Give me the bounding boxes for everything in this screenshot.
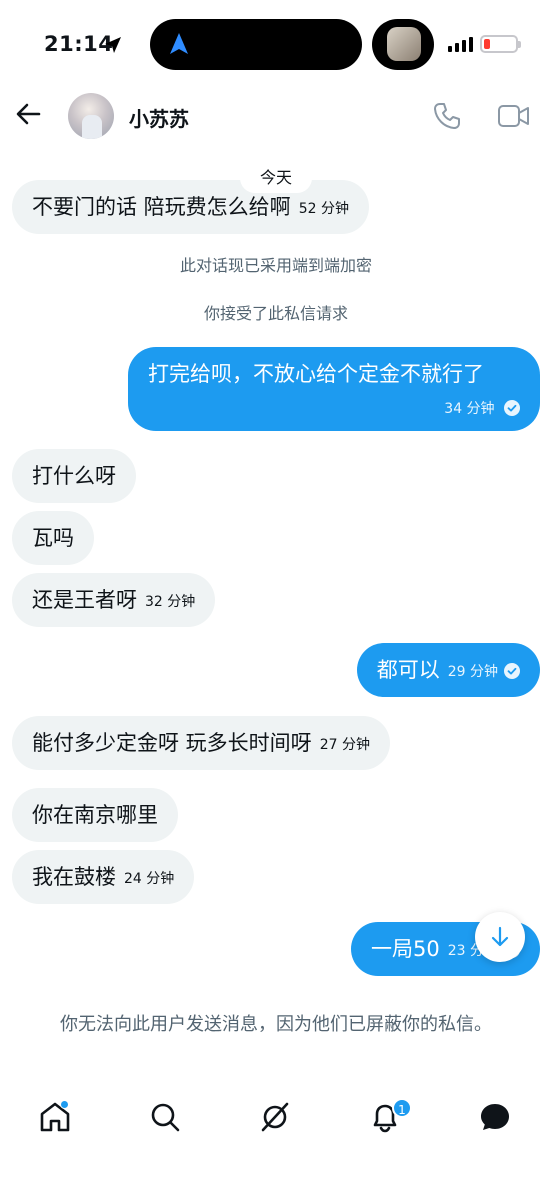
- message-bubble-incoming[interactable]: 瓦吗: [12, 511, 94, 565]
- messages-icon[interactable]: [478, 1100, 512, 1134]
- cellular-signal-icon: [448, 37, 473, 52]
- contact-name[interactable]: 小苏苏: [129, 103, 189, 132]
- message-text: 打什么呀: [32, 464, 116, 488]
- location-arrow-icon: [105, 37, 121, 53]
- message-bubble-outgoing[interactable]: 打完给呗，不放心给个定金不就行了: [128, 347, 540, 431]
- arrow-down-icon: [491, 926, 509, 947]
- message-bubble-incoming[interactable]: 不要门的话 陪玩费怎么给啊 52 分钟: [12, 180, 369, 234]
- phone-icon[interactable]: [432, 101, 462, 131]
- message-text: 还是王者呀: [32, 588, 137, 612]
- bottom-nav: 1: [0, 1090, 552, 1150]
- message-timestamp: 32 分钟: [145, 594, 196, 610]
- message-text: 都可以: [376, 658, 440, 682]
- navigation-icon: [170, 33, 188, 54]
- dynamic-island: [150, 19, 362, 70]
- video-icon[interactable]: [497, 101, 531, 131]
- message-timestamp: 29 分钟: [447, 664, 498, 680]
- message-timestamp: 52 分钟: [298, 201, 349, 217]
- status-time: 21:14: [44, 32, 114, 56]
- chat-header: 小苏苏: [0, 88, 552, 144]
- message-text: 你在南京哪里: [32, 803, 158, 827]
- message-bubble-incoming[interactable]: 还是王者呀 32 分钟: [12, 573, 216, 627]
- avatar[interactable]: [68, 93, 114, 139]
- message-text: 一局50: [371, 937, 440, 961]
- message-text: 打完给呗，不放心给个定金不就行了: [148, 362, 484, 386]
- message-bubble-incoming[interactable]: 你在南京哪里: [12, 788, 178, 842]
- notification-count-badge: 1: [392, 1098, 412, 1118]
- battery-icon: [480, 35, 521, 53]
- date-separator: 今天: [240, 163, 312, 193]
- home-unread-dot: [60, 1100, 69, 1109]
- message-text: 我在鼓楼: [32, 865, 116, 889]
- status-bar: 21:14: [0, 0, 552, 90]
- message-text: 能付多少定金呀 玩多长时间呀: [32, 731, 312, 755]
- battery-level: [484, 39, 490, 49]
- grok-icon[interactable]: [258, 1100, 292, 1134]
- back-arrow-icon[interactable]: [14, 100, 42, 128]
- message-text: 不要门的话 陪玩费怎么给啊: [32, 195, 291, 219]
- live-activity-thumbnail: [387, 27, 421, 61]
- blocked-notice: 你无法向此用户发送消息，因为他们已屏蔽你的私信。: [60, 1014, 492, 1035]
- read-receipt-icon: [504, 400, 520, 416]
- message-bubble-incoming[interactable]: 打什么呀: [12, 449, 136, 503]
- message-bubble-outgoing[interactable]: 都可以 29 分钟: [356, 643, 540, 697]
- encryption-notice: 此对话现已采用端到端加密: [179, 256, 372, 275]
- message-timestamp: 27 分钟: [319, 737, 370, 753]
- message-timestamp: 24 分钟: [124, 871, 175, 887]
- scroll-to-bottom-button[interactable]: [475, 912, 525, 962]
- read-receipt-icon: [504, 663, 520, 679]
- message-text: 瓦吗: [32, 526, 74, 550]
- message-timestamp: 34 分钟: [444, 401, 495, 417]
- message-timestamp-row: 34 分钟: [444, 398, 520, 418]
- message-bubble-incoming[interactable]: 能付多少定金呀 玩多长时间呀 27 分钟: [12, 716, 390, 770]
- request-accepted-notice: 你接受了此私信请求: [203, 304, 348, 323]
- live-activity: [372, 19, 434, 70]
- search-icon[interactable]: [148, 1100, 182, 1134]
- message-bubble-incoming[interactable]: 我在鼓楼 24 分钟: [12, 850, 195, 904]
